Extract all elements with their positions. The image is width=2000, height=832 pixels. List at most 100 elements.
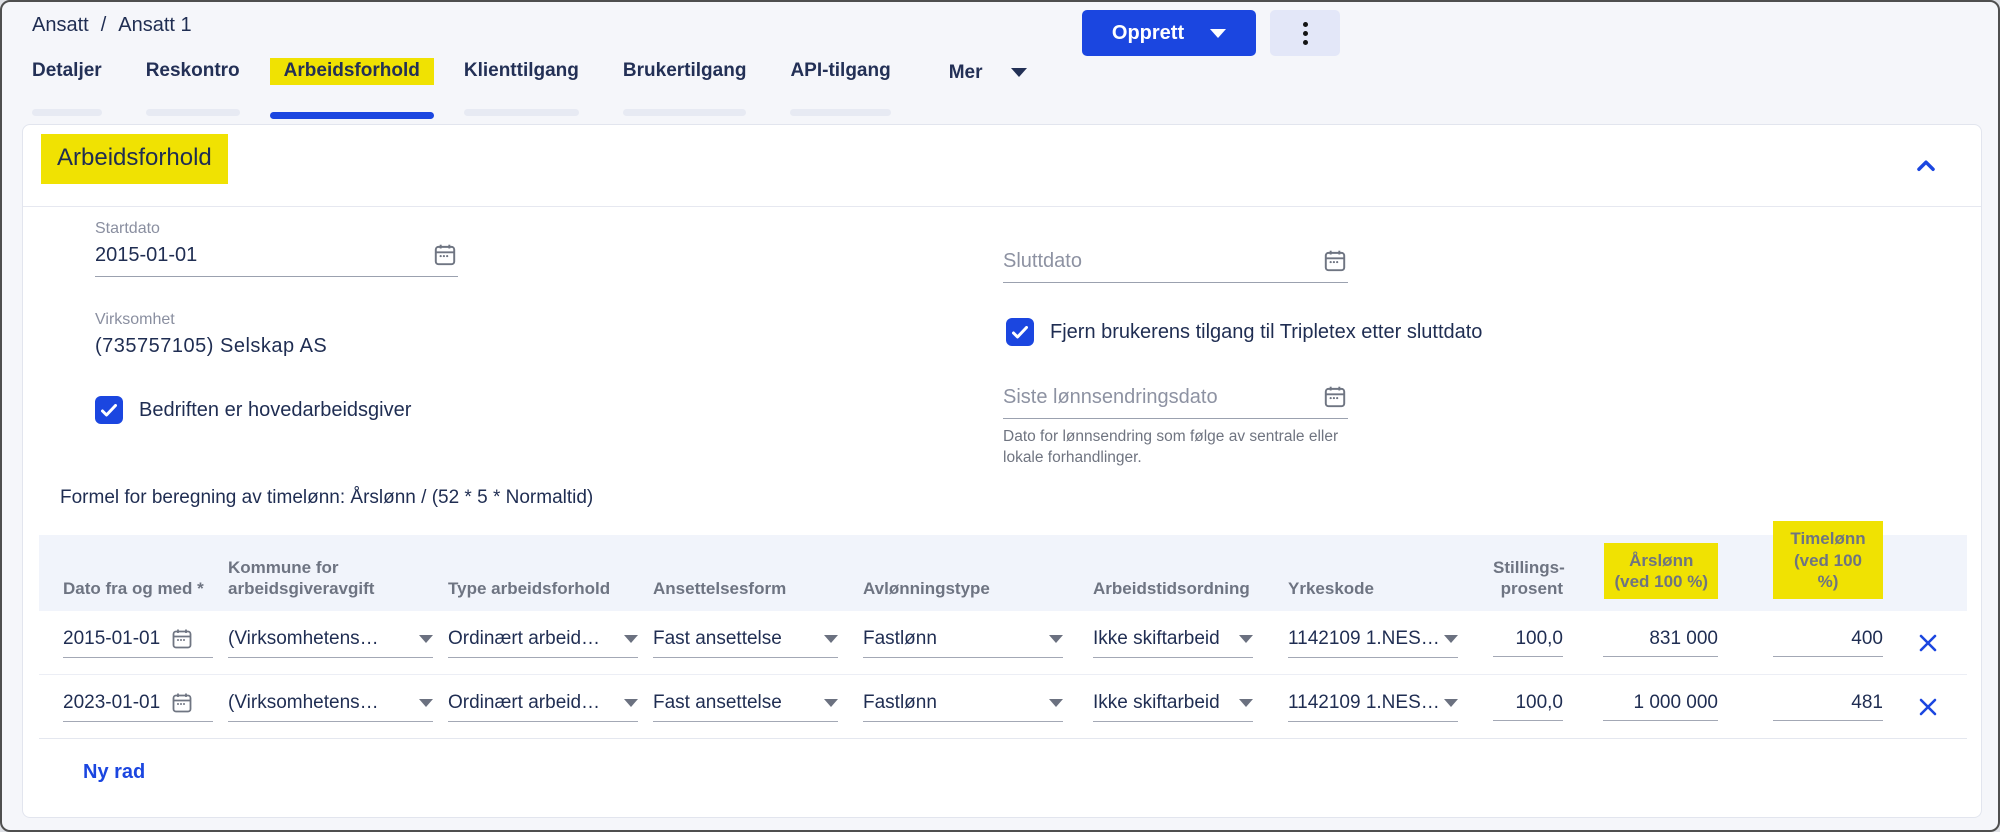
- tab-api-tilgang[interactable]: API-tilgang: [790, 58, 891, 116]
- select-value: Fast ansettelse: [653, 627, 782, 649]
- caret-down-icon: [1049, 698, 1063, 707]
- caret-down-icon: [624, 698, 638, 707]
- row-arbeidstidsordning-select[interactable]: Ikke skiftarbeid: [1093, 628, 1253, 658]
- delete-row-button[interactable]: [1913, 628, 1943, 658]
- row-yrkeskode-select[interactable]: 1142109 1.NES…: [1288, 692, 1458, 722]
- select-value: Fastlønn: [863, 691, 937, 713]
- tab-label: API-tilgang: [790, 60, 891, 81]
- employment-form: Startdato 2015-01-01 Virksomhet (7357571…: [23, 206, 1981, 535]
- row-kommune-select[interactable]: (Virksomhetens…: [228, 628, 433, 658]
- kebab-menu-icon: [1302, 21, 1308, 45]
- breadcrumb-parent[interactable]: Ansatt: [32, 14, 89, 37]
- col-header-dato: Dato fra og med *: [63, 578, 204, 598]
- calendar-icon[interactable]: [170, 691, 194, 715]
- create-button-label: Opprett: [1111, 21, 1185, 44]
- row-avlonningstype-select[interactable]: Fastlønn: [863, 692, 1063, 722]
- row-date-value: 2015-01-01: [63, 628, 161, 649]
- fjern-tilgang-label: Fjern brukerens tilgang til Tripletex et…: [1050, 320, 1483, 343]
- caret-down-icon: [1239, 698, 1253, 707]
- col-header-ansettelsesform: Ansettelsesform: [653, 578, 787, 598]
- row-date-input[interactable]: 2015-01-01: [63, 627, 213, 658]
- startdato-label: Startdato: [95, 220, 160, 237]
- row-stillingsprosent-input[interactable]: 100,0: [1493, 628, 1563, 657]
- tab-underline: [145, 109, 240, 116]
- arbeidsforhold-panel: Arbeidsforhold Startdato 2015-01-01 Virk…: [22, 124, 1982, 818]
- siste-lonnsendringsdato-help: Dato for lønnsendring som følge av sentr…: [1003, 428, 1339, 466]
- virksomhet-field: Virksomhet (735757105) Selskap AS: [95, 311, 327, 358]
- calendar-icon[interactable]: [1322, 384, 1348, 410]
- checkbox-checked-icon[interactable]: [95, 396, 123, 424]
- row-date-input[interactable]: 2023-01-01: [63, 691, 213, 722]
- virksomhet-value: (735757105) Selskap AS: [95, 335, 328, 357]
- select-value: (Virksomhetens…: [228, 627, 379, 649]
- siste-lonnsendringsdato-placeholder: Siste lønnsendringsdato: [1003, 386, 1218, 408]
- chevron-down-icon: [1010, 67, 1027, 77]
- sluttdato-placeholder: Sluttdato: [1003, 250, 1082, 272]
- tab-underline-active: [269, 112, 434, 119]
- tab-label: Reskontro: [145, 60, 240, 81]
- row-arbeidstidsordning-select[interactable]: Ikke skiftarbeid: [1093, 692, 1253, 722]
- more-menu-button[interactable]: [1270, 10, 1340, 56]
- checkbox-checked-icon[interactable]: [1006, 318, 1034, 346]
- row-kommune-select[interactable]: (Virksomhetens…: [228, 692, 433, 722]
- new-row-area: Ny rad: [39, 739, 1967, 810]
- startdato-value: 2015-01-01: [95, 244, 198, 266]
- tab-label: Detaljer: [32, 60, 102, 81]
- delete-row-button[interactable]: [1913, 692, 1943, 722]
- tab-reskontro[interactable]: Reskontro: [145, 58, 240, 116]
- caret-down-icon: [824, 698, 838, 707]
- tab-underline: [622, 109, 747, 116]
- tab-klienttilgang[interactable]: Klienttilgang: [463, 58, 579, 116]
- breadcrumb-separator: /: [100, 14, 107, 36]
- hovedarbeidsgiver-label: Bedriften er hovedarbeidsgiver: [139, 398, 412, 421]
- row-yrkeskode-select[interactable]: 1142109 1.NES…: [1288, 628, 1458, 658]
- table-header-row: Dato fra og med * Kommune for arbeidsgiv…: [39, 521, 1967, 611]
- tab-underline: [463, 109, 579, 116]
- caret-down-icon: [419, 698, 433, 707]
- row-stillingsprosent-input[interactable]: 100,0: [1493, 692, 1563, 721]
- row-arslonn-input[interactable]: 1 000 000: [1603, 692, 1718, 721]
- employment-history-table: Dato fra og med * Kommune for arbeidsgiv…: [39, 521, 1967, 810]
- timelonn-formula-text: Formel for beregning av timelønn: Årsløn…: [60, 487, 594, 508]
- table-row: 2023-01-01 (Virksomhetens… Ordinært arbe: [39, 675, 1967, 739]
- tab-label: Brukertilgang: [622, 60, 747, 81]
- app-window: Ansatt / Ansatt 1 Opprett Detaljer Resko…: [0, 0, 2000, 832]
- create-button[interactable]: Opprett: [1082, 10, 1256, 56]
- collapse-section-button[interactable]: [1907, 147, 1945, 185]
- row-timelonn-input[interactable]: 481: [1773, 692, 1883, 721]
- tab-label: Mer: [948, 62, 983, 83]
- tab-label: Klienttilgang: [463, 60, 579, 81]
- siste-lonnsendringsdato-input[interactable]: Siste lønnsendringsdato: [1003, 384, 1348, 419]
- tab-arbeidsforhold[interactable]: Arbeidsforhold: [269, 58, 434, 119]
- row-type-select[interactable]: Ordinært arbeid…: [448, 628, 638, 658]
- calendar-icon[interactable]: [170, 627, 194, 651]
- fjern-tilgang-checkbox-row[interactable]: Fjern brukerens tilgang til Tripletex et…: [1006, 318, 1482, 346]
- tab-label: Arbeidsforhold: [269, 58, 434, 85]
- calendar-icon[interactable]: [1322, 248, 1348, 274]
- sluttdato-input[interactable]: Sluttdato: [1003, 248, 1348, 283]
- virksomhet-label: Virksomhet: [95, 311, 175, 328]
- row-type-select[interactable]: Ordinært arbeid…: [448, 692, 638, 722]
- row-ansettelsesform-select[interactable]: Fast ansettelse: [653, 628, 838, 658]
- tab-bar: Detaljer Reskontro Arbeidsforhold Klient…: [32, 58, 1071, 119]
- select-value: 1142109 1.NES…: [1288, 691, 1440, 713]
- close-x-icon: [1919, 634, 1937, 651]
- col-header-kommune: Kommune for arbeidsgiveravgift: [228, 557, 375, 598]
- row-arslonn-input[interactable]: 831 000: [1603, 628, 1718, 657]
- tab-mer-dropdown[interactable]: Mer: [949, 58, 1027, 84]
- row-timelonn-input[interactable]: 400: [1773, 628, 1883, 657]
- row-ansettelsesform-select[interactable]: Fast ansettelse: [653, 692, 838, 722]
- row-avlonningstype-select[interactable]: Fastlønn: [863, 628, 1063, 658]
- hovedarbeidsgiver-checkbox-row[interactable]: Bedriften er hovedarbeidsgiver: [95, 396, 411, 424]
- tab-detaljer[interactable]: Detaljer: [32, 58, 102, 116]
- section-title: Arbeidsforhold: [41, 134, 228, 184]
- select-value: (Virksomhetens…: [228, 691, 379, 713]
- col-header-timelonn: Timelønn (ved 100 %): [1773, 521, 1883, 599]
- chevron-down-icon: [1210, 28, 1227, 38]
- calendar-icon[interactable]: [432, 242, 458, 268]
- col-header-stillingsprosent: Stillings- prosent: [1493, 557, 1565, 598]
- caret-down-icon: [824, 634, 838, 643]
- startdato-input[interactable]: 2015-01-01: [95, 242, 458, 277]
- new-row-link[interactable]: Ny rad: [83, 761, 145, 783]
- tab-brukertilgang[interactable]: Brukertilgang: [622, 58, 747, 116]
